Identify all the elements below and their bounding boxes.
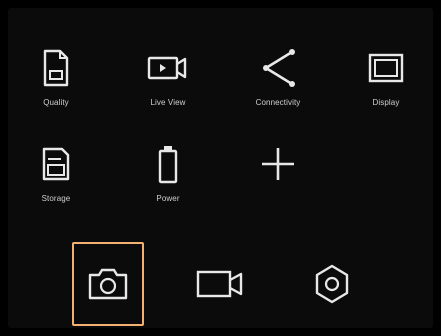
- menu-item-label: Connectivity: [255, 98, 301, 107]
- share-icon: [256, 46, 300, 90]
- tab-camera[interactable]: [72, 242, 144, 326]
- menu-item-label: Quality: [43, 98, 69, 107]
- app-screen: Quality Live View Connectivity Display S…: [8, 8, 433, 328]
- menu-item-connectivity[interactable]: Connectivity: [230, 40, 326, 120]
- menu-item-label: Display: [372, 98, 400, 107]
- menu-item-label: Power: [156, 194, 180, 203]
- menu-item-live-view[interactable]: Live View: [120, 40, 216, 120]
- add-icon: [256, 142, 300, 186]
- menu-item-quality[interactable]: Quality: [8, 40, 104, 120]
- storage-icon: [34, 142, 78, 186]
- menu-item-label: Live View: [150, 98, 186, 107]
- tab-video[interactable]: [184, 242, 256, 326]
- camera-icon: [87, 267, 129, 301]
- add-item-button[interactable]: [230, 136, 326, 216]
- tab-settings[interactable]: [296, 242, 368, 326]
- menu-item-storage[interactable]: Storage: [8, 136, 104, 216]
- display-icon: [364, 46, 408, 90]
- live-view-icon: [146, 46, 190, 90]
- settings-gear-icon: [311, 263, 353, 305]
- menu-item-power[interactable]: Power: [120, 136, 216, 216]
- document-icon: [34, 46, 78, 90]
- menu-item-label: Storage: [41, 194, 71, 203]
- menu-item-display[interactable]: Display: [338, 40, 434, 120]
- video-camera-icon: [196, 269, 244, 299]
- battery-icon: [146, 142, 190, 186]
